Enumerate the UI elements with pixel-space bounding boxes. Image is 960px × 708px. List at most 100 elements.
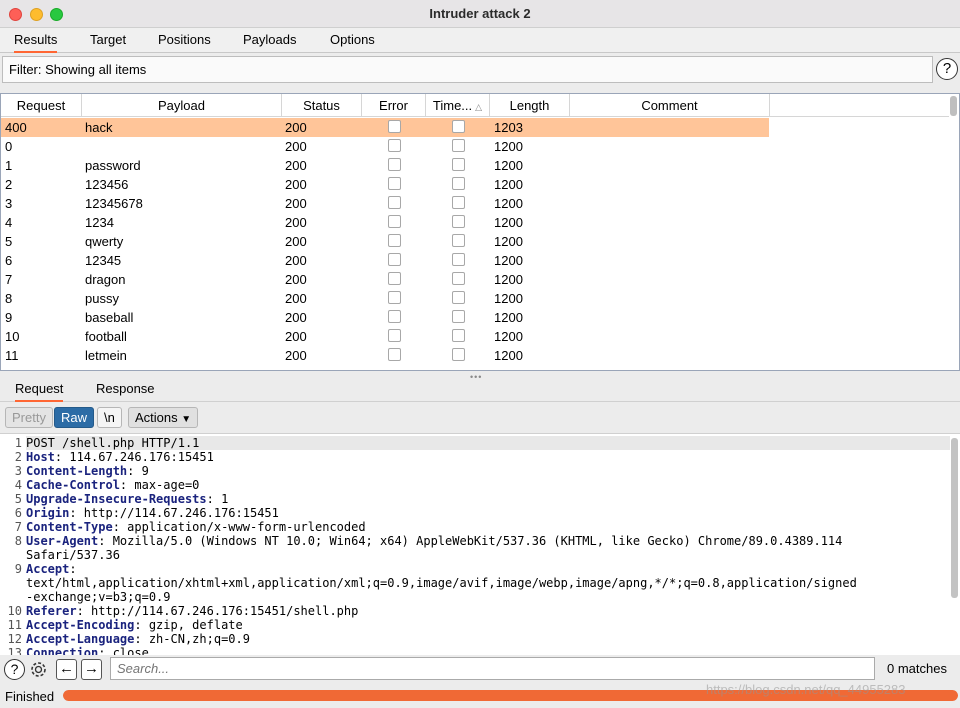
line-number: 3 (14, 464, 22, 478)
tab-target[interactable]: Target (90, 32, 126, 47)
table-row[interactable]: 5 qwerty 200 1200 (1, 232, 949, 251)
code-line: Origin: http://114.67.246.176:15451 (26, 506, 950, 520)
tab-payloads[interactable]: Payloads (243, 32, 296, 47)
header-value: : http://114.67.246.176:15451/shell.php (76, 604, 359, 618)
code-line: text/html,application/xhtml+xml,applicat… (26, 576, 950, 590)
column-comment[interactable]: Comment (570, 94, 770, 117)
column-request[interactable]: Request (1, 94, 82, 117)
title-bar: Intruder attack 2 (0, 0, 960, 28)
code-line: Upgrade-Insecure-Requests: 1 (26, 492, 950, 506)
newline-toggle-button[interactable]: \n (97, 407, 122, 428)
column-error[interactable]: Error (362, 94, 426, 117)
cell-status: 200 (285, 348, 307, 363)
timeout-checkbox (452, 120, 465, 133)
line-number (0, 590, 22, 604)
table-scrollbar[interactable] (950, 96, 957, 116)
line-number: 1 (14, 436, 22, 450)
timeout-checkbox (452, 291, 465, 304)
table-row[interactable]: 8 pussy 200 1200 (1, 289, 949, 308)
cell-payload: hack (85, 120, 113, 135)
cell-status: 200 (285, 329, 307, 344)
table-row[interactable]: 9 baseball 200 1200 (1, 308, 949, 327)
line-number: 8 (14, 534, 22, 548)
cell-length: 1200 (494, 158, 523, 173)
table-row[interactable]: 11 letmein 200 1200 (1, 346, 949, 365)
timeout-checkbox (452, 234, 465, 247)
code-line: Safari/537.36 (26, 548, 950, 562)
header-value: -exchange;v=b3;q=0.9 (26, 590, 171, 604)
tab-results[interactable]: Results (14, 32, 58, 53)
table-row[interactable]: 3 12345678 200 1200 (1, 194, 949, 213)
cell-request: 9 (5, 310, 13, 325)
cell-status: 200 (285, 234, 307, 249)
search-bar: ? ← → 0 matches (0, 656, 960, 682)
actions-dropdown[interactable]: Actions ▼ (128, 407, 199, 428)
table-row[interactable]: 1 password 200 1200 (1, 156, 949, 175)
next-match-icon[interactable]: → (81, 659, 102, 680)
header-name: Origin (26, 506, 70, 520)
cell-length: 1200 (494, 348, 523, 363)
column-status[interactable]: Status (282, 94, 362, 117)
header-name: Cache-Control (26, 478, 120, 492)
line-number: 13 (7, 646, 22, 655)
error-checkbox (388, 177, 401, 190)
request-editor[interactable]: 1 2 3 4 5 6 7 8 9 10 11 12 13 POST /shell.php HTTP/1… (0, 433, 960, 655)
column-length[interactable]: Length (490, 94, 570, 117)
timeout-checkbox (452, 253, 465, 266)
pretty-button[interactable]: Pretty (5, 407, 53, 428)
table-row[interactable]: 2 123456 200 1200 (1, 175, 949, 194)
timeout-checkbox (452, 310, 465, 323)
error-checkbox (388, 310, 401, 323)
filter-bar[interactable]: Filter: Showing all items (2, 56, 933, 83)
search-input[interactable] (110, 657, 875, 680)
code-line: Cache-Control: max-age=0 (26, 478, 950, 492)
code-line: Content-Type: application/x-www-form-url… (26, 520, 950, 534)
column-timeout[interactable]: Time... △ (426, 94, 490, 117)
cell-request: 3 (5, 196, 13, 211)
tab-request[interactable]: Request (15, 381, 64, 402)
header-value: : (69, 562, 77, 576)
editor-scrollbar[interactable] (951, 438, 958, 598)
error-checkbox (388, 253, 401, 266)
cell-request: 4 (5, 215, 13, 230)
header-name: Upgrade-Insecure-Requests (26, 492, 207, 506)
header-name: Host (26, 450, 55, 464)
code-line: Host: 114.67.246.176:15451 (26, 450, 950, 464)
raw-button[interactable]: Raw (54, 407, 95, 428)
tab-positions[interactable]: Positions (158, 32, 211, 47)
cell-payload: pussy (85, 291, 119, 306)
table-row[interactable]: 7 dragon 200 1200 (1, 270, 949, 289)
header-name: Accept (26, 562, 70, 576)
line-number: 5 (14, 492, 22, 506)
table-row[interactable]: 0 200 1200 (1, 137, 949, 156)
help-icon[interactable]: ? (4, 659, 25, 680)
table-row[interactable]: 400 hack 200 1203 (1, 118, 769, 137)
previous-match-icon[interactable]: ← (56, 659, 77, 680)
cell-payload: 123456 (85, 177, 129, 192)
code-line: Accept: (26, 562, 950, 576)
cell-status: 200 (285, 120, 307, 135)
table-row[interactable]: 6 12345 200 1200 (1, 251, 949, 270)
code-line: Content-Length: 9 (26, 464, 950, 478)
error-checkbox (388, 272, 401, 285)
cell-payload: 12345 (85, 253, 122, 268)
cell-request: 400 (5, 120, 27, 135)
tab-response[interactable]: Response (96, 381, 155, 396)
cell-length: 1200 (494, 196, 523, 211)
timeout-checkbox (452, 139, 465, 152)
header-name: Accept-Encoding (26, 618, 135, 632)
column-payload[interactable]: Payload (82, 94, 282, 117)
error-checkbox (388, 291, 401, 304)
cell-payload: 1234 (85, 215, 114, 230)
line-number: 10 (7, 604, 22, 618)
table-header: Request Payload Status Error Time... △ Le… (1, 94, 949, 117)
tab-options[interactable]: Options (330, 32, 375, 47)
cell-length: 1200 (494, 291, 523, 306)
cell-payload: qwerty (85, 234, 124, 249)
request-text[interactable]: POST /shell.php HTTP/1.1 Host: 114.67.246… (26, 436, 950, 655)
table-row[interactable]: 4 1234 200 1200 (1, 213, 949, 232)
table-row[interactable]: 10 football 200 1200 (1, 327, 949, 346)
help-icon[interactable]: ? (936, 58, 958, 80)
cell-status: 200 (285, 215, 307, 230)
gear-icon[interactable] (28, 659, 49, 680)
